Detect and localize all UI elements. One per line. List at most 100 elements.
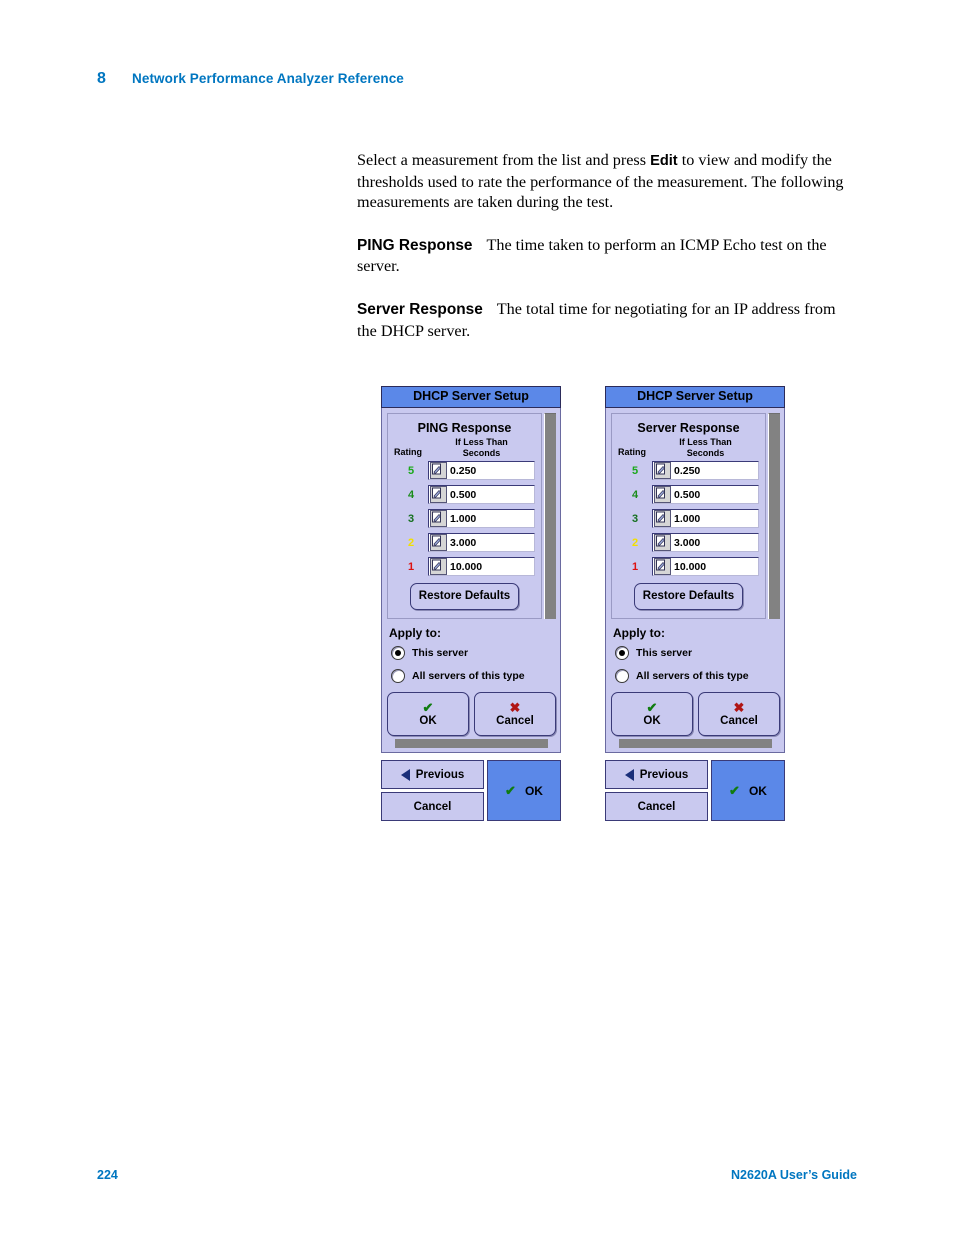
edit-document-icon[interactable] (430, 558, 447, 575)
threshold-input[interactable]: 3.000 (652, 533, 759, 552)
dialog-body: PING Response Rating If Less Than Second… (381, 408, 561, 753)
threshold-header-line2: Seconds (462, 447, 501, 458)
apply-to-label: Apply to: (613, 626, 665, 640)
threshold-column-header: If Less Than Seconds (652, 437, 759, 458)
threshold-input[interactable]: 10.000 (652, 557, 759, 576)
radio-label: All servers of this type (636, 670, 749, 682)
radio-button-icon[interactable] (391, 669, 405, 683)
rating-value: 5 (631, 464, 639, 477)
previous-button[interactable]: Previous (381, 760, 484, 789)
wizard-navigation-bar: Previous Cancel ✔ OK (381, 760, 561, 821)
previous-button-label: Previous (415, 768, 465, 781)
cross-icon: ✖ (509, 699, 521, 715)
rating-value: 3 (407, 512, 415, 525)
edit-keyword: Edit (650, 153, 678, 169)
cancel-button-label: Cancel (720, 714, 758, 727)
ok-button[interactable]: ✔ OK (387, 692, 469, 736)
wizard-cancel-label: Cancel (637, 800, 676, 813)
vertical-scrollbar[interactable] (768, 413, 780, 619)
wizard-ok-label: OK (524, 783, 543, 798)
restore-defaults-container: Restore Defaults (618, 583, 759, 610)
wizard-cancel-button[interactable]: Cancel (605, 792, 708, 821)
edit-document-icon[interactable] (654, 486, 671, 503)
edit-document-icon[interactable] (430, 534, 447, 551)
checkmark-icon: ✔ (422, 699, 434, 715)
dialog-action-buttons: ✔ OK ✖ Cancel (387, 692, 556, 736)
wizard-nav-left-column: Previous Cancel (381, 760, 484, 821)
edit-document-icon[interactable] (430, 462, 447, 479)
measurement-title: PING Response (417, 421, 512, 435)
triangle-left-icon (400, 768, 410, 781)
threshold-value: 1.000 (674, 512, 701, 525)
radio-label: This server (636, 647, 693, 659)
radio-all-servers[interactable]: All servers of this type (391, 669, 556, 683)
edit-document-icon[interactable] (654, 510, 671, 527)
threshold-row: 3 1.000 (394, 509, 535, 528)
threshold-row: 1 10.000 (618, 557, 759, 576)
radio-this-server[interactable]: This server (391, 646, 556, 660)
threshold-header-line2: Seconds (686, 447, 725, 458)
dhcp-server-setup-dialog-server: DHCP Server Setup Server Response Rating… (605, 386, 785, 821)
restore-defaults-button[interactable]: Restore Defaults (633, 583, 744, 610)
rating-value: 5 (407, 464, 415, 477)
threshold-input[interactable]: 3.000 (428, 533, 535, 552)
threshold-input[interactable]: 1.000 (428, 509, 535, 528)
radio-button-icon[interactable] (391, 646, 405, 660)
ok-button-label: OK (643, 714, 661, 727)
page-number: 224 (97, 1168, 118, 1182)
rating-value: 1 (631, 560, 639, 573)
dialog-titlebar: DHCP Server Setup (605, 386, 785, 408)
cross-icon: ✖ (733, 699, 745, 715)
dialog-body: Server Response Rating If Less Than Seco… (605, 408, 785, 753)
cancel-button-label: Cancel (496, 714, 534, 727)
intro-paragraph: Select a measurement from the list and p… (357, 150, 857, 213)
edit-document-icon[interactable] (654, 462, 671, 479)
radio-button-icon[interactable] (615, 669, 629, 683)
radio-button-icon[interactable] (615, 646, 629, 660)
threshold-input[interactable]: 1.000 (652, 509, 759, 528)
threshold-input[interactable]: 0.250 (652, 461, 759, 480)
checkmark-icon: ✔ (646, 699, 658, 715)
wizard-ok-button[interactable]: ✔ OK (487, 760, 561, 821)
threshold-row: 4 0.500 (394, 485, 535, 504)
cancel-button[interactable]: ✖ Cancel (474, 692, 556, 736)
rating-value: 2 (407, 536, 415, 549)
radio-all-servers[interactable]: All servers of this type (615, 669, 780, 683)
vertical-scrollbar[interactable] (544, 413, 556, 619)
rating-column-header: Rating (618, 447, 646, 457)
dhcp-server-setup-dialog-ping: DHCP Server Setup PING Response Rating I… (381, 386, 561, 821)
dialog-titlebar: DHCP Server Setup (381, 386, 561, 408)
body-text-column: Select a measurement from the list and p… (357, 150, 857, 341)
threshold-header-line1: If Less Than (455, 437, 508, 447)
previous-button[interactable]: Previous (605, 760, 708, 789)
threshold-input[interactable]: 0.250 (428, 461, 535, 480)
wizard-nav-left-column: Previous Cancel (605, 760, 708, 821)
ok-button[interactable]: ✔ OK (611, 692, 693, 736)
wizard-cancel-button[interactable]: Cancel (381, 792, 484, 821)
threshold-value: 3.000 (450, 536, 477, 549)
threshold-row: 5 0.250 (394, 461, 535, 480)
edit-document-icon[interactable] (654, 558, 671, 575)
threshold-input[interactable]: 10.000 (428, 557, 535, 576)
column-headers: Rating If Less Than Seconds (394, 437, 535, 458)
threshold-value: 10.000 (450, 560, 483, 573)
edit-document-icon[interactable] (430, 510, 447, 527)
cancel-button[interactable]: ✖ Cancel (698, 692, 780, 736)
threshold-row: 2 3.000 (618, 533, 759, 552)
threshold-input[interactable]: 0.500 (652, 485, 759, 504)
restore-defaults-button[interactable]: Restore Defaults (409, 583, 520, 610)
edit-document-icon[interactable] (430, 486, 447, 503)
ping-response-term: PING Response (357, 236, 473, 254)
radio-this-server[interactable]: This server (615, 646, 780, 660)
apply-to-label: Apply to: (389, 626, 441, 640)
rating-column-header: Rating (394, 447, 422, 457)
wizard-ok-button[interactable]: ✔ OK (711, 760, 785, 821)
triangle-left-icon (624, 768, 634, 781)
measurement-scroll-area: Server Response Rating If Less Than Seco… (611, 413, 780, 619)
edit-document-icon[interactable] (654, 534, 671, 551)
threshold-input[interactable]: 0.500 (428, 485, 535, 504)
server-response-paragraph: Server Response The total time for negoti… (357, 299, 857, 341)
rating-value: 1 (407, 560, 415, 573)
page-header: 8 Network Performance Analyzer Reference (97, 70, 404, 88)
measurement-panel: PING Response Rating If Less Than Second… (387, 413, 542, 619)
